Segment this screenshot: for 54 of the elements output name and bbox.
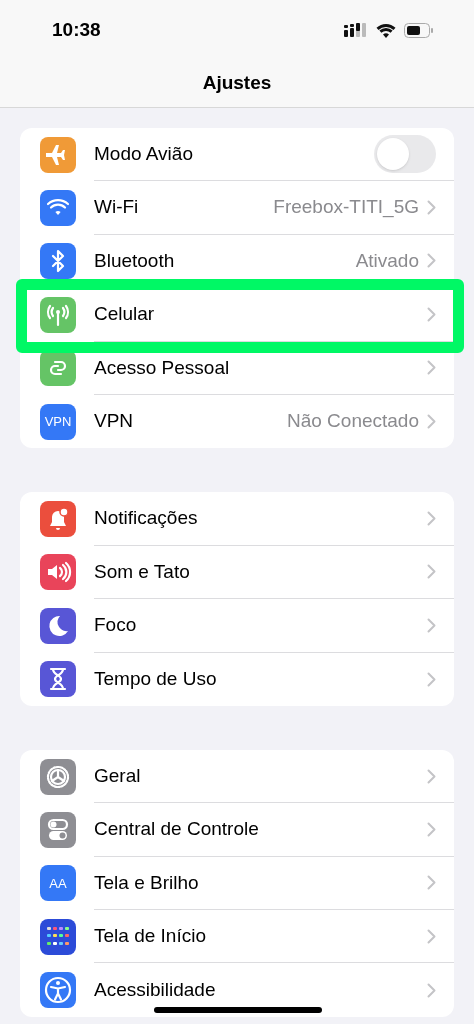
settings-row[interactable]: Bluetooth Ativado [20, 234, 454, 289]
chevron-icon [427, 414, 436, 430]
row-label: Modo Avião [94, 141, 194, 166]
chevron-icon [427, 511, 436, 527]
settings-row[interactable]: Central de Controle [20, 803, 454, 857]
chevron-icon [427, 306, 436, 322]
settings-row[interactable]: Foco [20, 599, 454, 653]
icon-tile: VPN [40, 403, 76, 440]
chevron-icon [427, 617, 436, 633]
row-label: Geral [94, 763, 142, 788]
chevron-icon [427, 768, 436, 784]
row-label: Celular [94, 302, 156, 327]
battery-icon [404, 22, 434, 38]
settings-row[interactable]: AA Tela e Brilho [20, 856, 454, 911]
signal-icon [344, 23, 368, 37]
row-label: Tempo de Uso [94, 666, 218, 691]
settings-row[interactable]: Geral [20, 749, 454, 804]
chevron-icon [427, 928, 436, 944]
toggle-switch[interactable] [374, 135, 436, 174]
settings-row[interactable]: VPN VPN Não Conectado [20, 394, 454, 449]
row-label: Acessibilidade [94, 977, 217, 1002]
chevron-icon [427, 671, 436, 687]
chevron-icon [427, 822, 436, 837]
row-value: Não Conectado [286, 409, 419, 434]
row-value: Ativado [355, 248, 419, 273]
chevron-icon [427, 875, 436, 891]
icon-tile: AA [40, 865, 76, 902]
row-label: Central de Controle [94, 817, 260, 842]
row-label: Notificações [94, 506, 199, 531]
chevron-icon [427, 982, 436, 998]
row-label: Bluetooth [94, 248, 176, 273]
chevron-icon [427, 360, 436, 376]
chevron-icon [427, 200, 436, 216]
chevron-icon [427, 253, 436, 269]
row-label: Wi-Fi [94, 195, 140, 220]
row-label: VPN [94, 409, 135, 434]
row-label: Tela e Brilho [94, 870, 200, 895]
settings-row[interactable]: Wi-Fi Freebox-TITI_5G [20, 181, 454, 235]
settings-row[interactable]: Celular [20, 288, 454, 342]
status-time: 10:38 [52, 17, 101, 42]
row-label: Foco [94, 613, 138, 638]
wifi-icon [376, 22, 396, 38]
row-label: Acesso Pessoal [94, 355, 231, 380]
row-label: Som e Tato [94, 559, 191, 584]
settings-row[interactable]: Acesso Pessoal [20, 341, 454, 395]
row-value: Freebox-TITI_5G [273, 195, 419, 220]
settings-row[interactable]: Tela de Início [20, 910, 454, 964]
settings-row[interactable]: Notificações [20, 492, 454, 546]
chevron-icon [427, 564, 436, 580]
settings-row[interactable]: Tempo de Uso [20, 652, 454, 706]
row-label: Tela de Início [94, 924, 207, 948]
settings-row[interactable]: Modo Avião [20, 128, 454, 182]
page-title: Ajustes [202, 71, 272, 96]
settings-row[interactable]: Som e Tato [20, 545, 454, 600]
